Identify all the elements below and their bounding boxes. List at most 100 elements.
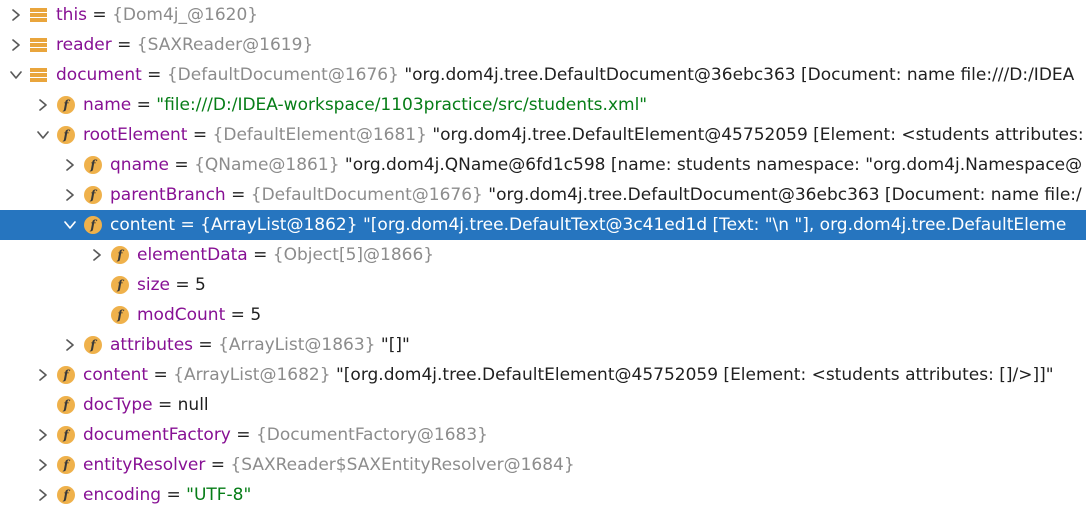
equals-sign: = (187, 125, 213, 145)
variable-name: modCount (137, 305, 226, 325)
field-icon: f (57, 126, 75, 144)
variable-row-elementdata[interactable]: f elementData = {Object[5]@1866} (0, 240, 1086, 270)
variable-name: qname (110, 155, 170, 175)
variable-row-content[interactable]: f content = {ArrayList@1682} "[org.dom4j.… (0, 360, 1086, 390)
field-icon: f (57, 486, 75, 504)
chevron-right-icon[interactable] (7, 0, 25, 30)
variable-text: this = {Dom4j_@1620} (56, 0, 258, 30)
chevron-right-icon[interactable] (7, 30, 25, 60)
chevron-right-icon[interactable] (61, 180, 79, 210)
variable-text: elementData = {Object[5]@1866} (137, 240, 434, 270)
variable-row-documentfactory[interactable]: f documentFactory = {DocumentFactory@1683… (0, 420, 1086, 450)
variable-row-document[interactable]: document = {DefaultDocument@1676} "org.d… (0, 60, 1086, 90)
variable-value: "org.dom4j.tree.DefaultDocument@36ebc363… (482, 185, 1082, 205)
variable-row-name[interactable]: f name = "file:///D:/IDEA-workspace/1103p… (0, 90, 1086, 120)
field-icon: f (111, 246, 129, 264)
variable-text: entityResolver = {SAXReader$SAXEntityRes… (83, 450, 575, 480)
variable-name: document (56, 65, 142, 85)
variable-text: modCount = 5 (137, 300, 261, 330)
variable-row-doctype[interactable]: f docType = null (0, 390, 1086, 420)
equals-sign: = (111, 35, 137, 55)
variable-row-modcount[interactable]: f modCount = 5 (0, 300, 1086, 330)
variable-value: 5 (195, 275, 206, 295)
variable-name: parentBranch (110, 185, 226, 205)
variable-row-encoding[interactable]: f encoding = "UTF-8" (0, 480, 1086, 510)
local-variable-icon (30, 67, 47, 83)
variable-row-rootelement[interactable]: f rootElement = {DefaultElement@1681} "or… (0, 120, 1086, 150)
variable-text: encoding = "UTF-8" (83, 480, 251, 510)
variable-row-content[interactable]: f content = {ArrayList@1862} "[org.dom4j.… (0, 210, 1086, 240)
object-reference: {QName@1861} (194, 155, 340, 175)
variable-name: documentFactory (83, 425, 231, 445)
variable-text: size = 5 (137, 270, 206, 300)
chevron-right-icon[interactable] (34, 420, 52, 450)
variable-name: docType (83, 395, 153, 415)
variable-text: rootElement = {DefaultElement@1681} "org… (83, 120, 1084, 150)
local-variable-icon (30, 7, 47, 23)
field-icon: f (57, 396, 75, 414)
chevron-down-icon[interactable] (61, 210, 79, 240)
debugger-variables-tree: this = {Dom4j_@1620} reader = {SAXReader@… (0, 0, 1086, 521)
equals-sign: = (141, 65, 167, 85)
equals-sign: = (193, 335, 219, 355)
variable-name: encoding (83, 485, 162, 505)
chevron-right-icon[interactable] (34, 360, 52, 390)
chevron-right-icon[interactable] (88, 240, 106, 270)
object-reference: {DefaultDocument@1676} (250, 185, 483, 205)
equals-sign: = (161, 485, 187, 505)
field-icon: f (84, 336, 102, 354)
object-reference: {Dom4j_@1620} (112, 5, 259, 25)
variable-row-qname[interactable]: f qname = {QName@1861} "org.dom4j.QName@6… (0, 150, 1086, 180)
variable-name: name (83, 95, 132, 115)
chevron-right-icon[interactable] (61, 330, 79, 360)
chevron-right-icon[interactable] (61, 150, 79, 180)
field-icon: f (84, 156, 102, 174)
variable-value: "org.dom4j.tree.DefaultDocument@36ebc363… (398, 65, 1075, 85)
chevron-right-icon[interactable] (34, 90, 52, 120)
variable-value: 5 (250, 305, 262, 325)
variable-row-parentbranch[interactable]: f parentBranch = {DefaultDocument@1676} "… (0, 180, 1086, 210)
variable-row-this[interactable]: this = {Dom4j_@1620} (0, 0, 1086, 30)
equals-sign: = (169, 275, 196, 295)
variable-name: reader (56, 35, 112, 55)
variable-text: attributes = {ArrayList@1863} "[]" (110, 330, 410, 360)
local-variable-icon (30, 37, 47, 53)
variable-name: rootElement (83, 125, 188, 145)
field-icon: f (84, 216, 102, 234)
equals-sign: = (175, 215, 201, 235)
variable-text: documentFactory = {DocumentFactory@1683} (83, 420, 488, 450)
chevron-right-icon[interactable] (34, 480, 52, 510)
variable-value: "org.dom4j.tree.DefaultElement@45752059 … (426, 125, 1084, 145)
variable-value: "[org.dom4j.tree.DefaultText@3c41ed1d [T… (357, 215, 1067, 235)
field-icon: f (57, 366, 75, 384)
equals-sign: = (169, 155, 195, 175)
variable-row-reader[interactable]: reader = {SAXReader@1619} (0, 30, 1086, 60)
object-reference: {ArrayList@1682} (173, 365, 331, 385)
chevron-right-icon[interactable] (34, 450, 52, 480)
field-icon: f (57, 456, 75, 474)
variable-row-attributes[interactable]: f attributes = {ArrayList@1863} "[]" (0, 330, 1086, 360)
chevron-down-icon[interactable] (7, 60, 25, 90)
variable-name: entityResolver (83, 455, 206, 475)
object-reference: {DocumentFactory@1683} (255, 425, 489, 445)
object-reference: {ArrayList@1863} (218, 335, 376, 355)
variable-value: "UTF-8" (186, 485, 252, 505)
variable-text: content = {ArrayList@1682} "[org.dom4j.t… (83, 360, 1054, 390)
object-reference: {SAXReader$SAXEntityResolver@1684} (230, 455, 575, 475)
field-icon: f (111, 276, 129, 294)
equals-sign: = (131, 95, 157, 115)
equals-sign: = (152, 395, 178, 415)
equals-sign: = (225, 185, 251, 205)
variable-row-size[interactable]: f size = 5 (0, 270, 1086, 300)
equals-sign: = (148, 365, 174, 385)
object-reference: {Object[5]@1866} (272, 245, 435, 265)
object-reference: {SAXReader@1619} (136, 35, 314, 55)
variable-row-entityresolver[interactable]: f entityResolver = {SAXReader$SAXEntityRe… (0, 450, 1086, 480)
equals-sign: = (87, 5, 113, 25)
variable-text: document = {DefaultDocument@1676} "org.d… (56, 60, 1074, 90)
variable-name: elementData (137, 245, 248, 265)
chevron-down-icon[interactable] (34, 120, 52, 150)
field-icon: f (84, 186, 102, 204)
variable-value: "[]" (375, 335, 410, 355)
variable-value: "[org.dom4j.tree.DefaultElement@45752059… (330, 365, 1054, 385)
